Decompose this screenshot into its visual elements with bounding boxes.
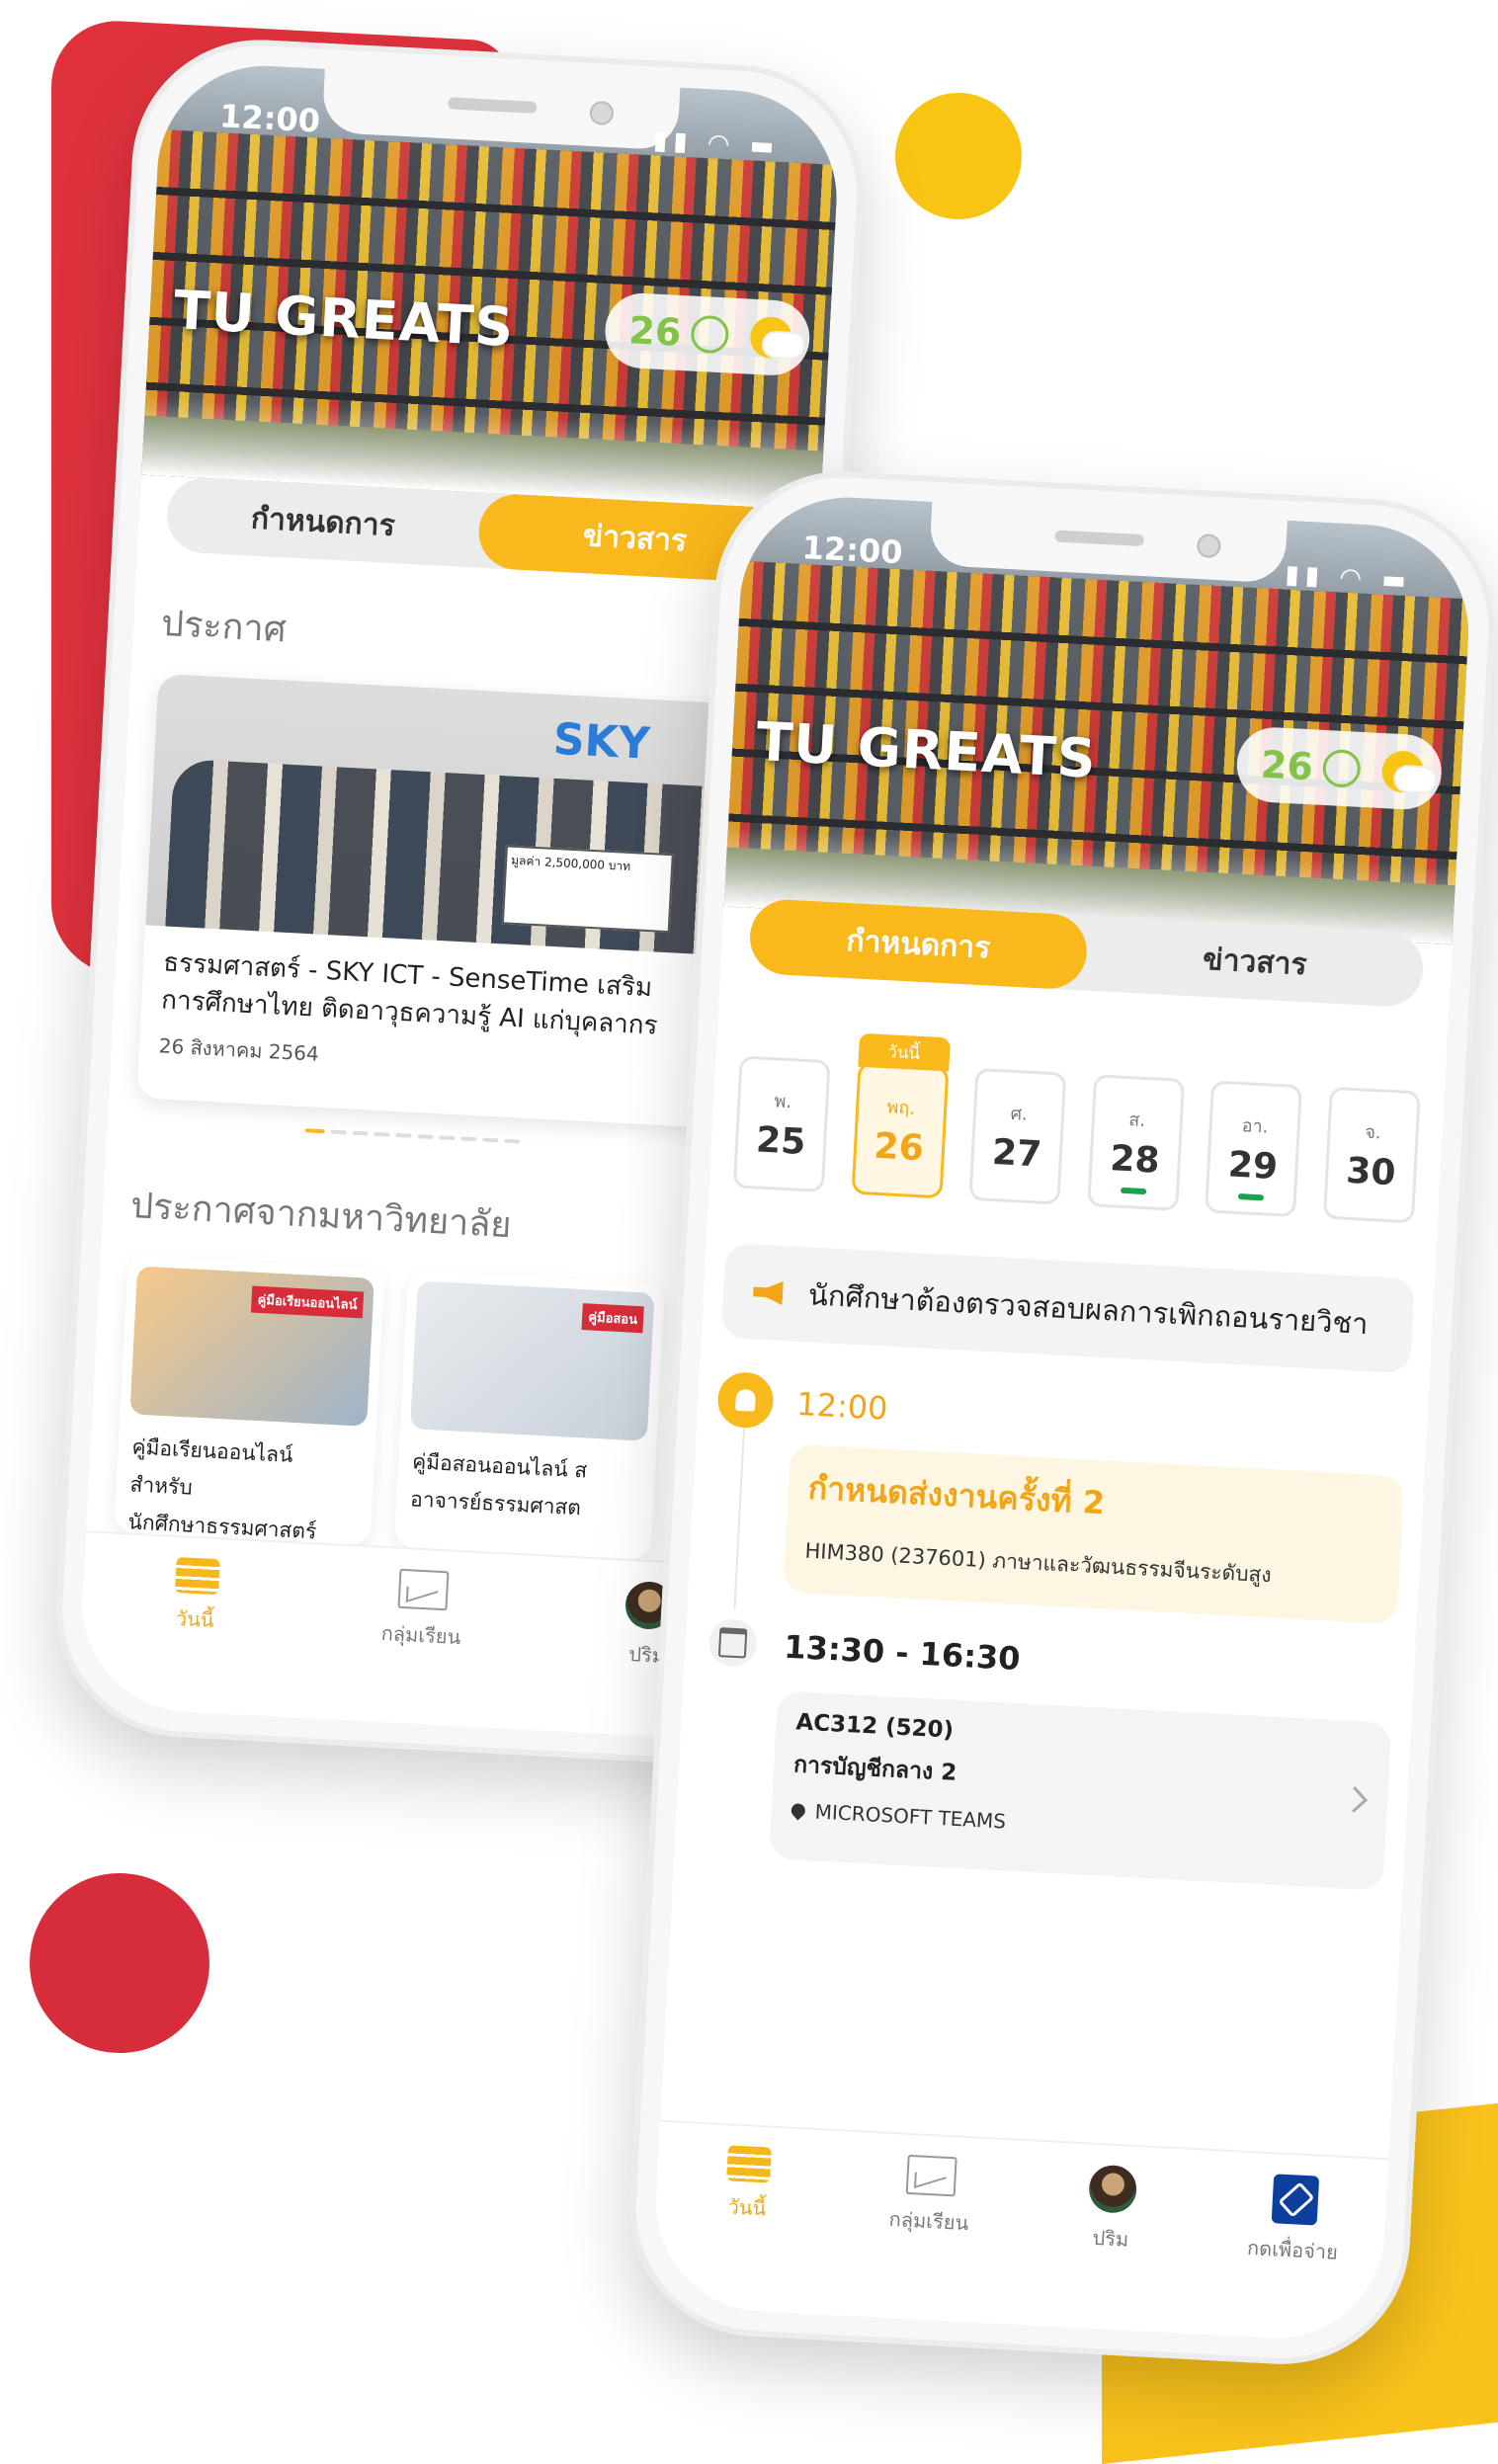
face-icon	[1321, 748, 1362, 788]
tab-today[interactable]: วันนี้	[672, 2143, 824, 2228]
check-board: มูลค่า 2,500,000 บาท	[501, 845, 674, 934]
tab-label: วันนี้	[175, 1605, 215, 1632]
aqi-value: 26	[627, 308, 683, 355]
day-number: 29	[1226, 1144, 1280, 1189]
day-of-week: ส.	[1127, 1109, 1146, 1131]
day-number: 26	[873, 1125, 925, 1170]
stack-icon	[174, 1556, 220, 1596]
event-marker	[1120, 1187, 1147, 1195]
yellow-dot-decoration	[895, 93, 1022, 219]
tab-label: ปริม	[1091, 2225, 1129, 2252]
tab-class-groups[interactable]: กลุ่มเรียน	[854, 2152, 1006, 2241]
sky-logo: SKY	[551, 713, 651, 770]
day-29[interactable]: อา. 29	[1205, 1080, 1303, 1218]
tab-pay[interactable]: กดเพื่อจ่าย	[1217, 2172, 1371, 2270]
tab-label: กดเพื่อจ่าย	[1246, 2235, 1339, 2264]
class-time: 13:30 - 16:30	[783, 1627, 1022, 1679]
tab-class-groups[interactable]: กลุ่มเรียน	[346, 1566, 498, 1655]
day-of-week: จ.	[1364, 1121, 1382, 1144]
week-day-picker: พ. 25 วันนี้ พฤ. 26 ศ. 27 ส. 28 อา. 29 จ…	[732, 1032, 1421, 1224]
aqi-weather-pill[interactable]: 26	[1235, 725, 1444, 812]
chart-icon	[905, 2154, 957, 2197]
day-of-week: ศ.	[1010, 1103, 1029, 1125]
day-30[interactable]: จ. 30	[1322, 1086, 1421, 1224]
tab-label: กลุ่มเรียน	[380, 1620, 461, 1650]
face-icon	[690, 314, 730, 355]
day-of-week: พ.	[774, 1091, 792, 1113]
tab-label: วันนี้	[727, 2194, 767, 2221]
guide-card[interactable]: คู่มือเรียนออนไลน์ คู่มือเรียนออนไลน์ สำ…	[114, 1255, 385, 1546]
university-announcement-title: ประกาศจากมหาวิทยาลัย	[129, 1186, 513, 1247]
guide-badge: คู่มือเรียนออนไลน์	[251, 1285, 365, 1319]
bottom-tab-bar: วันนี้ กลุ่มเรียน ปริม กดเพื่อจ่าย	[650, 2119, 1389, 2344]
red-dot-decoration	[30, 1873, 209, 2053]
bell-icon	[716, 1370, 775, 1430]
pay-icon	[1271, 2174, 1319, 2226]
notice-banner[interactable]: นักศึกษาต้องตรวจสอบผลการเพิกถอนรายวิชา	[720, 1242, 1415, 1374]
today-tag: วันนี้	[857, 1032, 951, 1072]
status-time: 12:00	[800, 529, 904, 572]
deadline-card[interactable]: กำหนดส่งงานครั้งที่ 2 HIM380 (237601) ภา…	[783, 1443, 1405, 1625]
front-screen: 12:00 ▮▮ ◠ ▬ TU GREATS 26 กำหนดการ ข่าวส…	[650, 491, 1474, 2344]
sun-cloud-icon	[749, 315, 793, 360]
announcement-title: ประกาศ	[160, 603, 288, 651]
guide-card-text: คู่มือเรียนออนไลน์ สำหรับ	[129, 1435, 294, 1500]
class-location: MICROSOFT TEAMS	[814, 1799, 1007, 1834]
front-phone: 12:00 ▮▮ ◠ ▬ TU GREATS 26 กำหนดการ ข่าวส…	[624, 464, 1498, 2371]
sun-cloud-icon	[1380, 750, 1425, 794]
day-number: 25	[755, 1119, 807, 1163]
tab-profile[interactable]: ปริม	[1036, 2162, 1189, 2259]
tab-schedule[interactable]: กำหนดการ	[165, 476, 481, 567]
guide-badge: คู่มือสอน	[581, 1303, 644, 1334]
day-number: 28	[1109, 1138, 1161, 1182]
day-26-selected[interactable]: วันนี้ พฤ. 26	[851, 1032, 951, 1199]
guide-card[interactable]: คู่มือสอน คู่มือสอนออนไลน์ ส อาจารย์ธรรม…	[393, 1270, 666, 1561]
megaphone-icon	[753, 1279, 784, 1305]
day-of-week: พฤ.	[885, 1097, 916, 1119]
day-number: 30	[1345, 1150, 1397, 1194]
day-number: 27	[991, 1131, 1043, 1176]
tab-today[interactable]: วันนี้	[121, 1554, 273, 1639]
aqi-value: 26	[1259, 742, 1314, 789]
day-28[interactable]: ส. 28	[1087, 1074, 1185, 1211]
tab-label: กลุ่มเรียน	[888, 2206, 969, 2236]
day-25[interactable]: พ. 25	[732, 1055, 831, 1193]
aqi-weather-pill[interactable]: 26	[603, 290, 812, 377]
pin-icon	[788, 1800, 808, 1821]
class-card[interactable]: AC312 (520) การบัญชีกลาง 2 MICROSOFT TEA…	[769, 1690, 1392, 1891]
deadline-subtitle: HIM380 (237601) ภาษาและวัฒนธรรมจีนระดับส…	[803, 1538, 1273, 1588]
chart-icon	[397, 1568, 450, 1611]
event-marker	[1238, 1193, 1265, 1201]
news-image: SKY มูลค่า 2,500,000 บาท	[145, 673, 791, 958]
day-27[interactable]: ศ. 27	[968, 1067, 1067, 1205]
deadline-time: 12:00	[795, 1384, 889, 1428]
avatar-icon	[1088, 2164, 1138, 2214]
deadline-title: กำหนดส่งงานครั้งที่ 2	[806, 1468, 1106, 1522]
stack-icon	[726, 2145, 773, 2183]
carousel-dots	[304, 1128, 521, 1144]
timeline-line	[733, 1422, 746, 1609]
day-of-week: อา.	[1241, 1115, 1269, 1138]
status-time: 12:00	[218, 97, 321, 140]
notice-text: นักศึกษาต้องตรวจสอบผลการเพิกถอนรายวิชา	[807, 1277, 1370, 1342]
calendar-icon	[707, 1617, 758, 1669]
